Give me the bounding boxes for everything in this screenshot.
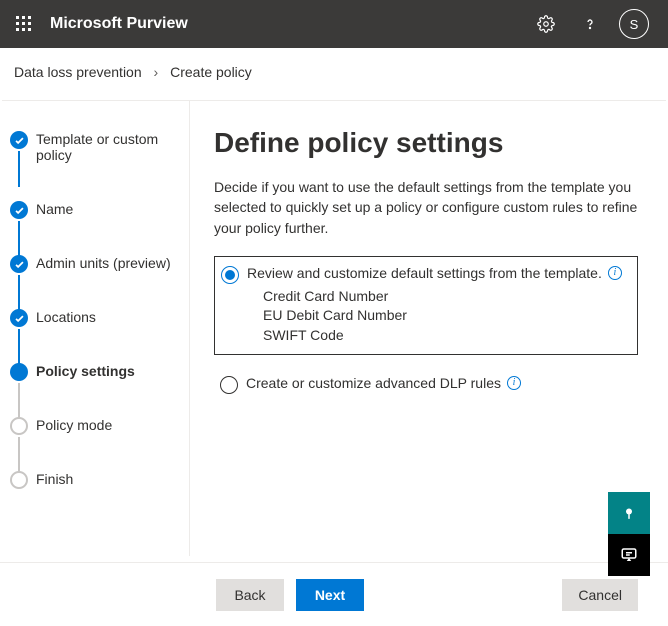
main-panel: Define policy settings Decide if you wan… [190,101,668,556]
cancel-button[interactable]: Cancel [562,579,638,611]
footer-actions: Back Next Cancel [0,562,668,626]
template-info-type: Credit Card Number [263,287,627,307]
avatar-initial: S [630,17,639,32]
wizard-step-label: Name [36,201,73,217]
pending-step-icon [10,417,28,435]
info-icon[interactable]: i [507,376,521,390]
wizard-step-label: Policy settings [36,363,135,379]
option1-label: Review and customize default settings fr… [247,265,602,281]
brand-title: Microsoft Purview [50,15,188,33]
option-advanced-rules[interactable]: Create or customize advanced DLP rules i [214,367,638,402]
back-button[interactable]: Back [216,579,284,611]
page-description: Decide if you want to use the default se… [214,177,638,238]
template-info-type: EU Debit Card Number [263,306,627,326]
next-button[interactable]: Next [296,579,364,611]
breadcrumb: Data loss prevention › Create policy [0,48,668,100]
radio-selected-icon [221,266,239,284]
wizard-step[interactable]: Admin units (preview) [10,255,185,271]
template-info-type: SWIFT Code [263,326,627,346]
wizard-step-label: Policy mode [36,417,112,433]
wizard-step-label: Admin units (preview) [36,255,171,271]
check-icon [10,201,28,219]
page-heading: Define policy settings [214,127,638,159]
wizard-step[interactable]: Locations [10,309,185,325]
check-icon [10,255,28,273]
wizard-step-label: Finish [36,471,73,487]
feedback-button[interactable] [608,534,650,576]
option-review-default[interactable]: Review and customize default settings fr… [214,256,638,355]
account-avatar[interactable]: S [612,0,656,48]
wizard-steps-nav: Template or custom policy Name Admin units… [0,101,190,556]
wizard-step-label: Template or custom policy [36,131,158,163]
check-icon [10,131,28,149]
wizard-step[interactable]: Policy settings [10,363,185,379]
help-icon[interactable] [568,0,612,48]
wizard-step[interactable]: Name [10,201,185,217]
option2-label: Create or customize advanced DLP rules [246,375,501,391]
wizard-step[interactable]: Template or custom policy [10,131,185,163]
wizard-step[interactable]: Finish [10,471,185,487]
current-step-icon [10,363,28,381]
wizard-step-label: Locations [36,309,96,325]
pending-step-icon [10,471,28,489]
wizard-step[interactable]: Policy mode [10,417,185,433]
help-cue-button[interactable] [608,492,650,534]
top-bar: Microsoft Purview S [0,0,668,48]
app-launcher-icon[interactable] [0,0,48,48]
check-icon [10,309,28,327]
settings-icon[interactable] [524,0,568,48]
breadcrumb-current: Create policy [170,64,252,80]
breadcrumb-parent[interactable]: Data loss prevention [14,64,142,80]
chevron-right-icon: › [154,64,159,80]
radio-unselected-icon [220,376,238,394]
info-icon[interactable]: i [608,266,622,280]
